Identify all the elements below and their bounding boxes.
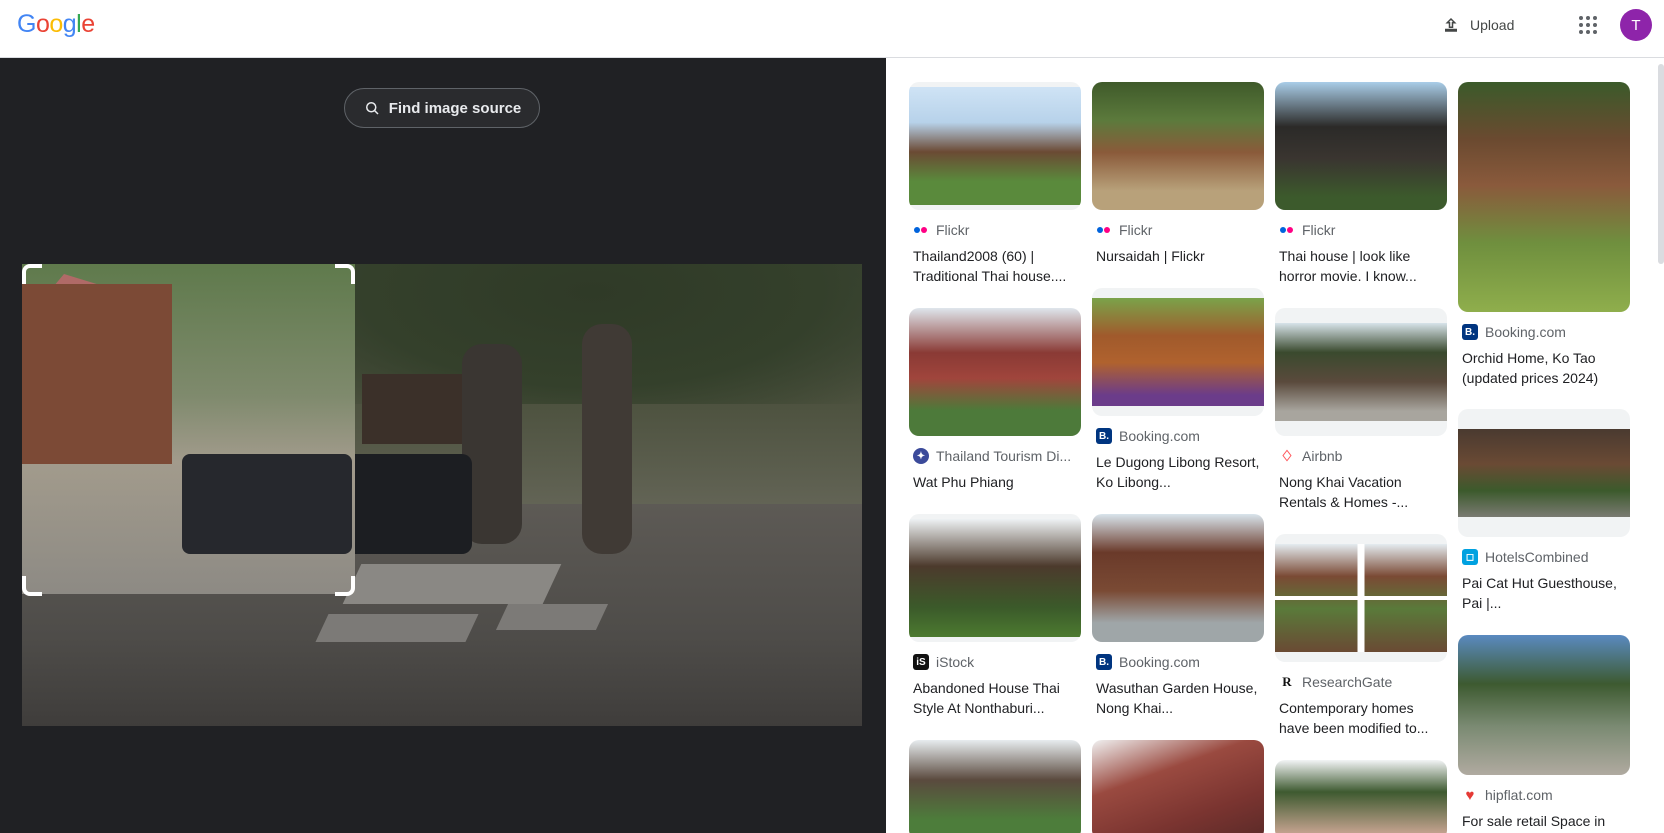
result-title[interactable]: Pai Cat Hut Guesthouse, Pai |... xyxy=(1462,573,1626,613)
result-title[interactable]: Nursaidah | Flickr xyxy=(1096,246,1260,286)
result-source: Booking.com xyxy=(1119,428,1200,444)
visual-matches-panel: Flickr Thailand2008 (60) | Traditional T… xyxy=(886,58,1664,833)
result-source: Booking.com xyxy=(1119,654,1200,670)
result-card[interactable]: B. Booking.com Orchid Home, Ko Tao (updat… xyxy=(1458,82,1630,388)
result-source: Flickr xyxy=(1119,222,1153,238)
result-title[interactable]: Orchid Home, Ko Tao (updated prices 2024… xyxy=(1462,348,1626,388)
upload-icon xyxy=(1445,17,1457,32)
result-card[interactable]: ◻ HotelsCombined Pai Cat Hut Guesthouse, … xyxy=(1458,409,1630,613)
result-card[interactable]: Flickr Nursaidah | Flickr xyxy=(1092,82,1264,286)
result-source: hipflat.com xyxy=(1485,787,1553,803)
result-card[interactable]: ♢ Airbnb Nong Khai Vacation Rentals & Hom… xyxy=(1275,308,1447,512)
result-thumbnail[interactable] xyxy=(909,308,1081,436)
crop-handle-top-left[interactable] xyxy=(22,264,42,284)
result-card[interactable] xyxy=(1275,760,1447,833)
result-source: Flickr xyxy=(1302,222,1336,238)
booking-icon: B. xyxy=(1096,428,1112,444)
researchgate-icon: R xyxy=(1282,674,1292,689)
result-source: Flickr xyxy=(936,222,970,238)
result-card[interactable] xyxy=(1092,740,1264,833)
result-title[interactable]: For sale retail Space in xyxy=(1462,811,1626,833)
upload-label: Upload xyxy=(1470,17,1515,33)
result-title[interactable]: Wat Phu Phiang xyxy=(913,472,1077,512)
result-thumbnail[interactable] xyxy=(1092,514,1264,642)
find-image-source-label: Find image source xyxy=(388,99,522,117)
result-card[interactable]: Flickr Thai house | look like horror mov… xyxy=(1275,82,1447,286)
result-source: Booking.com xyxy=(1485,324,1566,340)
result-thumbnail[interactable] xyxy=(1275,82,1447,210)
result-source: ResearchGate xyxy=(1302,674,1393,690)
result-card[interactable]: ✦ Thailand Tourism Di... Wat Phu Phiang xyxy=(909,308,1081,512)
result-thumbnail[interactable] xyxy=(1458,82,1630,312)
result-thumbnail[interactable] xyxy=(1458,635,1630,775)
airbnb-icon: ♢ xyxy=(1280,448,1294,464)
flickr-icon xyxy=(913,222,929,238)
result-card[interactable]: Flickr Thailand2008 (60) | Traditional T… xyxy=(909,82,1081,286)
flickr-icon xyxy=(1279,222,1295,238)
result-card[interactable] xyxy=(909,740,1081,833)
result-thumbnail[interactable] xyxy=(1092,740,1264,833)
result-card[interactable]: B. Booking.com Le Dugong Libong Resort, K… xyxy=(1092,288,1264,492)
crop-handle-bottom-left[interactable] xyxy=(22,576,42,596)
result-thumbnail[interactable] xyxy=(1275,760,1447,833)
scrollbar[interactable] xyxy=(1658,64,1664,264)
result-thumbnail[interactable] xyxy=(1092,298,1264,406)
result-thumbnail[interactable] xyxy=(1275,323,1447,421)
result-card[interactable]: ♥ hipflat.com For sale retail Space in xyxy=(1458,635,1630,833)
result-source: iStock xyxy=(936,654,975,670)
booking-icon: B. xyxy=(1096,654,1112,670)
query-image[interactable] xyxy=(22,264,862,726)
top-bar: Google Upload T xyxy=(0,0,1664,58)
result-thumbnail[interactable] xyxy=(909,519,1081,637)
result-title[interactable]: Abandoned House Thai Style At Nonthaburi… xyxy=(913,678,1077,718)
result-source: HotelsCombined xyxy=(1485,549,1589,565)
result-title[interactable]: Wasuthan Garden House, Nong Khai... xyxy=(1096,678,1260,718)
google-logo[interactable]: Google xyxy=(17,10,95,39)
result-card[interactable]: iS iStock Abandoned House Thai Style At N… xyxy=(909,514,1081,718)
result-title[interactable]: Le Dugong Libong Resort, Ko Libong... xyxy=(1096,452,1260,492)
result-thumbnail[interactable] xyxy=(909,740,1081,833)
result-thumbnail[interactable] xyxy=(1458,429,1630,517)
tourism-icon: ✦ xyxy=(913,448,929,464)
istock-icon: iS xyxy=(913,654,929,670)
find-image-source-button[interactable]: Find image source xyxy=(344,88,540,128)
result-title[interactable]: Contemporary homes have been modified to… xyxy=(1279,698,1443,738)
lens-search-icon xyxy=(365,102,379,115)
hotelscombined-icon: ◻ xyxy=(1462,549,1478,565)
selected-crop-region[interactable] xyxy=(22,264,355,594)
upload-button[interactable]: Upload xyxy=(1442,10,1514,40)
hipflat-icon: ♥ xyxy=(1465,787,1475,803)
result-source: Airbnb xyxy=(1302,448,1343,464)
booking-icon: B. xyxy=(1462,324,1478,340)
result-thumbnail[interactable] xyxy=(1275,544,1447,652)
flickr-icon xyxy=(1096,222,1112,238)
result-source: Thailand Tourism Di... xyxy=(936,448,1072,464)
result-card[interactable]: R ResearchGate Contemporary homes have be… xyxy=(1275,534,1447,738)
crop-handle-bottom-right[interactable] xyxy=(335,576,355,596)
query-image-panel: Find image source xyxy=(0,58,886,833)
avatar[interactable]: T xyxy=(1620,9,1652,41)
result-title[interactable]: Thai house | look like horror movie. I k… xyxy=(1279,246,1443,286)
crop-handle-top-right[interactable] xyxy=(335,264,355,284)
result-thumbnail[interactable] xyxy=(909,87,1081,205)
result-thumbnail[interactable] xyxy=(1092,82,1264,210)
google-apps-icon[interactable] xyxy=(1577,14,1599,36)
result-card[interactable]: B. Booking.com Wasuthan Garden House, Non… xyxy=(1092,514,1264,718)
result-title[interactable]: Thailand2008 (60) | Traditional Thai hou… xyxy=(913,246,1077,286)
result-title[interactable]: Nong Khai Vacation Rentals & Homes -... xyxy=(1279,472,1443,512)
